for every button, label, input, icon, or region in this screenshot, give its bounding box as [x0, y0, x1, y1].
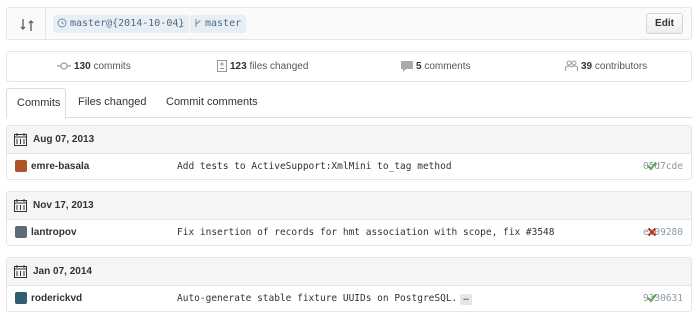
calendar-icon	[14, 265, 27, 278]
commit-author[interactable]: lantropov	[31, 220, 77, 245]
contributors-stat[interactable]: 39 contributors	[565, 52, 647, 81]
commit-group-header: Nov 17, 2013	[7, 192, 691, 220]
head-ref-chip[interactable]: master	[190, 15, 247, 33]
avatar[interactable]	[15, 160, 27, 172]
range-separator: ...	[176, 19, 185, 30]
commit-sha[interactable]: ec09280	[643, 220, 683, 245]
head-ref-label: master	[205, 18, 242, 29]
commit-row[interactable]: emre-basala Add tests to ActiveSupport:X…	[7, 154, 691, 179]
comments-label: comments	[424, 61, 471, 72]
commits-label: commits	[93, 61, 131, 72]
calendar-icon	[14, 199, 27, 212]
clock-icon	[57, 18, 67, 28]
git-branch-icon	[195, 19, 201, 27]
comment-icon	[401, 61, 413, 72]
commit-sha[interactable]: 05d7cde	[643, 154, 683, 179]
commit-group: Aug 07, 2013 emre-basala Add tests to Ac…	[6, 125, 692, 180]
files-label: files changed	[249, 61, 309, 72]
file-diff-icon	[217, 60, 227, 72]
commits-stat[interactable]: 130 commits	[57, 52, 131, 81]
comments-stat[interactable]: 5 comments	[401, 52, 470, 81]
base-ref-chip[interactable]: master@{2014-10-04}	[53, 15, 190, 33]
commit-row[interactable]: lantropov Fix insertion of records for h…	[7, 220, 691, 245]
commit-message[interactable]: Add tests to ActiveSupport:XmlMini to_ta…	[177, 154, 452, 179]
avatar[interactable]	[15, 292, 27, 304]
range-editor: master@{2014-10-04} ... master Edit	[6, 7, 692, 40]
range-divider	[45, 8, 46, 39]
commit-row[interactable]: roderickvd Auto-generate stable fixture …	[7, 286, 691, 311]
commit-message[interactable]: Auto-generate stable fixture UUIDs on Po…	[177, 293, 457, 304]
comments-count: 5	[416, 61, 422, 72]
tab-commit-comments[interactable]: Commit comments	[156, 88, 268, 118]
compare-summary: 130 commits 123 files changed 5 comments…	[6, 51, 692, 82]
commit-message-wrap: Auto-generate stable fixture UUIDs on Po…	[177, 286, 472, 311]
commit-author[interactable]: emre-basala	[31, 154, 89, 179]
commits-count: 130	[74, 61, 91, 72]
commit-message[interactable]: Fix insertion of records for hmt associa…	[177, 220, 555, 245]
commit-group-header: Jan 07, 2014	[7, 258, 691, 286]
contributors-count: 39	[581, 61, 593, 72]
expand-message-button[interactable]: …	[460, 294, 472, 305]
tab-bar: Commits Files changed Commit comments	[6, 88, 692, 119]
git-compare-icon	[20, 19, 34, 31]
commit-group: Jan 07, 2014 roderickvd Auto-generate st…	[6, 257, 692, 312]
contributors-label: contributors	[594, 61, 648, 72]
tab-files-changed[interactable]: Files changed	[68, 88, 157, 118]
files-count: 123	[230, 61, 247, 72]
organization-icon	[565, 60, 578, 71]
commit-group-date: Aug 07, 2013	[33, 134, 95, 145]
commit-group: Nov 17, 2013 lantropov Fix insertion of …	[6, 191, 692, 246]
commit-author[interactable]: roderickvd	[31, 286, 82, 311]
tab-commits[interactable]: Commits	[6, 88, 66, 119]
edit-button[interactable]: Edit	[646, 13, 683, 34]
commit-icon	[57, 62, 71, 70]
base-ref-label: master@{2014-10-04}	[70, 18, 185, 29]
avatar[interactable]	[15, 226, 27, 238]
commit-group-header: Aug 07, 2013	[7, 126, 691, 154]
files-stat[interactable]: 123 files changed	[217, 52, 308, 81]
commit-group-date: Nov 17, 2013	[33, 200, 94, 211]
calendar-icon	[14, 133, 27, 146]
commit-sha[interactable]: 9330631	[643, 286, 683, 311]
commit-group-date: Jan 07, 2014	[33, 266, 92, 277]
